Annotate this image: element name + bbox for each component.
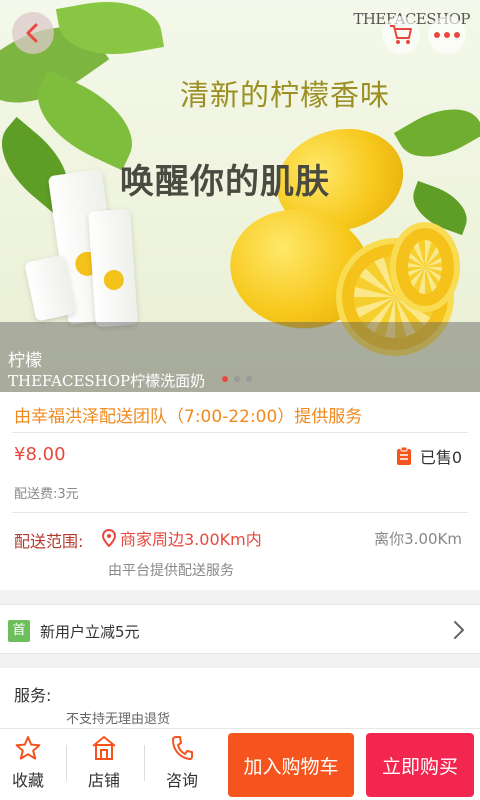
product-info-card: 由幸福洪泽配送团队（7:00-22:00）提供服务 ¥8.00 已售0 配送费:… (0, 392, 480, 590)
star-icon (15, 736, 41, 760)
banner-slogan-line2: 唤醒你的肌肤 (120, 162, 330, 202)
product-detail-page: 清新的柠檬香味 唤醒你的肌肤 THEFACESHOP 柠檬 THEFACESHO… (0, 0, 480, 800)
bottom-action-bar: 收藏 店铺 咨询 加入购物车 立即购买 (0, 728, 480, 800)
leaf-decoration (393, 93, 480, 173)
chevron-right-icon (454, 621, 464, 639)
delivery-fee: 配送费:3元 (14, 487, 79, 502)
divider (12, 432, 468, 433)
services-title: 服务: (14, 686, 52, 705)
banner-caption-title: 柠檬 (8, 351, 42, 371)
back-button[interactable] (12, 12, 54, 54)
promotion-row[interactable]: 首 新用户立减5元 (0, 604, 480, 654)
sold-count-text: 已售0 (419, 448, 462, 467)
product-banner[interactable]: 清新的柠檬香味 唤醒你的肌肤 THEFACESHOP 柠檬 THEFACESHO… (0, 0, 480, 392)
more-icon (434, 32, 460, 38)
consult-button[interactable]: 咨询 (152, 735, 212, 795)
delivery-range-value: 商家周边3.00Km内 (120, 530, 262, 549)
carousel-dot[interactable] (234, 376, 240, 382)
carousel-dot[interactable] (246, 376, 252, 382)
shop-button[interactable]: 店铺 (74, 735, 134, 795)
buy-now-button[interactable]: 立即购买 (366, 733, 474, 797)
more-button[interactable] (428, 16, 466, 54)
document-icon (396, 446, 411, 465)
product-price: ¥8.00 (14, 444, 66, 465)
product-tube (88, 208, 138, 328)
distance-text: 离你3.00Km (374, 530, 462, 548)
service-provider-text: 由幸福洪泽配送团队（7:00-22:00）提供服务 (14, 407, 363, 427)
consult-label: 咨询 (165, 771, 198, 790)
banner-slogan-line1: 清新的柠檬香味 (180, 78, 391, 112)
carousel-indicator (222, 376, 252, 382)
shop-label: 店铺 (87, 771, 120, 790)
cart-button[interactable] (382, 16, 420, 54)
carousel-dot[interactable] (222, 376, 228, 382)
add-to-cart-button[interactable]: 加入购物车 (228, 733, 354, 797)
platform-delivery-note: 由平台提供配送服务 (108, 563, 234, 579)
lemon-slice-image (390, 222, 460, 312)
back-arrow-icon (26, 23, 38, 43)
divider (12, 512, 468, 513)
location-pin-icon (102, 529, 116, 547)
promo-text: 新用户立减5元 (40, 623, 140, 641)
delivery-range-label: 配送范围: (14, 532, 84, 551)
phone-icon (172, 736, 193, 760)
shop-icon (92, 736, 116, 760)
divider (66, 745, 67, 781)
banner-caption-subtitle: THEFACESHOP柠檬洗面奶 (8, 372, 206, 390)
cart-icon (390, 25, 412, 44)
banner-actions (382, 16, 466, 54)
services-item: 不支持无理由退货 (66, 712, 171, 727)
divider (144, 745, 145, 781)
promo-badge: 首 (8, 620, 30, 642)
favorite-label: 收藏 (11, 771, 44, 790)
sold-count: 已售0 (396, 444, 462, 468)
delivery-range: 商家周边3.00Km内 (102, 526, 262, 550)
favorite-button[interactable]: 收藏 (0, 735, 58, 795)
